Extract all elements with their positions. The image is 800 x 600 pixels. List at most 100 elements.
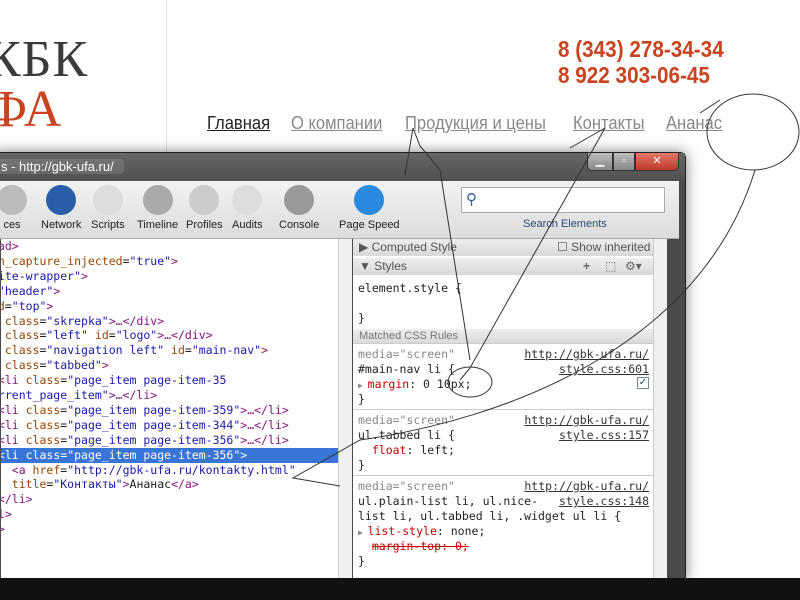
rule-divider: [353, 343, 653, 344]
minimize-button[interactable]: ▁: [587, 153, 613, 171]
dom-token: class: [25, 432, 61, 447]
page-divider: [166, 0, 167, 160]
dom-node-line[interactable]: <a href="http://gbk-ufa.ru/kontakty.html…: [1, 463, 338, 478]
rule-source-file[interactable]: style.css:148: [559, 494, 649, 508]
rule-selector[interactable]: #main-nav li {: [358, 362, 455, 376]
show-inherited-checkbox[interactable]: ☐ Show inherited: [557, 239, 650, 256]
rule-source-file[interactable]: style.css:601: [559, 362, 649, 376]
property-enabled-checkbox[interactable]: ✓: [637, 377, 649, 389]
dom-token: class: [4, 358, 40, 373]
css-property[interactable]: ▶ margin: 0 10px;: [358, 377, 472, 391]
dom-node-line[interactable]: id="top">: [1, 299, 338, 314]
nav-products[interactable]: Продукция и цены: [405, 113, 546, 134]
maximize-button[interactable]: ▫: [613, 153, 635, 171]
rule-selector-cont[interactable]: list li, ul.tabbed li, .widget ul li {: [358, 509, 621, 523]
property-name: margin: [367, 377, 410, 391]
dom-node-line[interactable]: l class="tabbed">: [1, 358, 338, 373]
dom-node-line[interactable]: <li class="page_item page-item-359">…</l…: [1, 403, 338, 418]
phone-2: 8 922 303-06-45: [558, 62, 710, 88]
dom-token: ul>: [1, 507, 12, 522]
dom-token: "page_item page-item-359": [67, 402, 241, 417]
dom-token: class: [25, 402, 61, 417]
rule-close: }: [358, 554, 365, 568]
dom-node-line[interactable]: title="Контакты">Ананас</a>: [1, 477, 338, 492]
tool-timeline[interactable]: Timeline: [137, 185, 178, 231]
dom-node-line[interactable]: en_capture_injected="true">: [1, 254, 338, 269]
tool-label: Timeline: [137, 219, 179, 231]
dom-node-line[interactable]: <li class="page_item page-item-344">…</l…: [1, 418, 338, 433]
dom-node-line[interactable]: ul>: [1, 507, 338, 522]
rule-source-file[interactable]: style.css:157: [559, 428, 649, 442]
window-title: s - http://gbk-ufa.ru/: [0, 159, 124, 174]
rule-source-url[interactable]: http://gbk-ufa.ru/: [524, 479, 649, 493]
tool-network[interactable]: Network: [41, 185, 81, 231]
dom-token: "header": [1, 283, 54, 298]
styles-pane: ▶ Computed Style ☐ Show inherited ▼ Styl…: [353, 239, 667, 579]
dom-token: <li: [1, 447, 19, 462]
tool-profiles[interactable]: Profiles: [186, 185, 223, 231]
rule-source-url[interactable]: http://gbk-ufa.ru/: [524, 413, 649, 427]
tool-scripts[interactable]: Scripts: [91, 185, 125, 231]
dom-token: >: [46, 298, 54, 313]
dom-token: href: [32, 462, 61, 477]
dom-node-line[interactable]: v>: [1, 522, 338, 537]
dom-token: "http://gbk-ufa.ru/kontakty.html": [67, 462, 296, 477]
logo-bottom: ФА: [0, 81, 62, 138]
styles-scrollbar[interactable]: [653, 239, 667, 579]
dom-node-line[interactable]: v class="navigation left" id="main-nav">: [1, 343, 338, 358]
dom-node-line[interactable]: <li class="page_item page-item-356">: [1, 447, 338, 463]
computed-style-label: ▶ Computed Style: [359, 240, 457, 254]
nav-about[interactable]: О компании: [291, 113, 382, 134]
tool-ces[interactable]: ces: [0, 185, 27, 231]
expand-arrow-icon[interactable]: ▶: [358, 528, 368, 537]
dom-token: >…</div>: [157, 328, 213, 343]
rule-selector[interactable]: ul.tabbed li {: [358, 428, 455, 442]
audits-icon: [232, 185, 263, 215]
add-rule-icon[interactable]: +: [583, 258, 590, 275]
search-elements-input[interactable]: ⚲: [461, 187, 665, 213]
close-button[interactable]: ✕: [635, 153, 679, 171]
tool-console[interactable]: Console: [279, 185, 319, 231]
nav-ananas[interactable]: Ананас: [666, 113, 722, 134]
annotation-line: [699, 99, 721, 114]
css-property[interactable]: ▶ list-style: none;: [358, 524, 485, 538]
element-style-open[interactable]: element.style {: [358, 281, 462, 295]
computed-style-header[interactable]: ▶ Computed Style ☐ Show inherited: [353, 239, 667, 256]
css-property[interactable]: float: left;: [358, 443, 455, 457]
tool-page-speed[interactable]: Page Speed: [339, 185, 400, 231]
toolbar: ⚲ Search Elements ces Network Scripts Timel…: [0, 181, 679, 239]
dom-node-line[interactable]: ="header">: [1, 284, 338, 299]
dom-node-line[interactable]: <li class="page_item page-item-35: [1, 373, 338, 388]
dom-scrollbar[interactable]: [338, 239, 352, 579]
dom-node-line[interactable]: urrent_page_item">…</li>: [1, 388, 338, 403]
search-elements-label: Search Elements: [523, 218, 607, 230]
dom-node-line[interactable]: ead>: [1, 239, 338, 254]
rule-selector[interactable]: ul.plain-list li, ul.nice-: [358, 494, 538, 508]
expand-arrow-icon[interactable]: ▶: [358, 381, 368, 390]
dom-token: >: [101, 358, 109, 373]
nav-contacts[interactable]: Контакты: [573, 113, 645, 134]
dom-node-line[interactable]: v class="left" id="logo">…</div>: [1, 328, 338, 343]
dom-node-line[interactable]: site-wrapper">: [1, 269, 338, 284]
tool-audits[interactable]: Audits: [232, 185, 263, 231]
dom-node-line[interactable]: v class="skrepka">…</div>: [1, 314, 338, 329]
dom-token: "page_item page-item-356": [67, 432, 241, 447]
dom-token: "page_item page-item-356": [67, 447, 241, 462]
dom-token: >: [122, 477, 130, 492]
show-inherited-label: Show inherited: [571, 240, 651, 254]
title-bar[interactable]: s - http://gbk-ufa.ru/ ▁ ▫ ✕: [0, 153, 685, 181]
dom-tree: ead>en_capture_injected="true">site-wrap…: [1, 239, 338, 579]
dom-token: site-wrapper": [1, 268, 82, 283]
styles-header[interactable]: ▼ Styles + ⬚ ⚙▾: [353, 258, 667, 275]
dom-node-line[interactable]: </li>: [1, 492, 338, 507]
dom-token: >: [53, 283, 61, 298]
element-state-icon[interactable]: ⬚: [605, 258, 616, 275]
rule-source-url[interactable]: http://gbk-ufa.ru/: [524, 347, 649, 361]
gear-icon[interactable]: ⚙▾: [625, 258, 642, 275]
dom-node-line[interactable]: <li class="page_item page-item-356">…</l…: [1, 433, 338, 448]
dom-node-line[interactable]: >: [1, 537, 338, 552]
dom-token: >…</li>: [240, 432, 289, 447]
dom-token: </li>: [1, 492, 33, 507]
css-property[interactable]: margin-top: 0;: [358, 539, 469, 553]
nav-home[interactable]: Главная: [207, 113, 270, 134]
